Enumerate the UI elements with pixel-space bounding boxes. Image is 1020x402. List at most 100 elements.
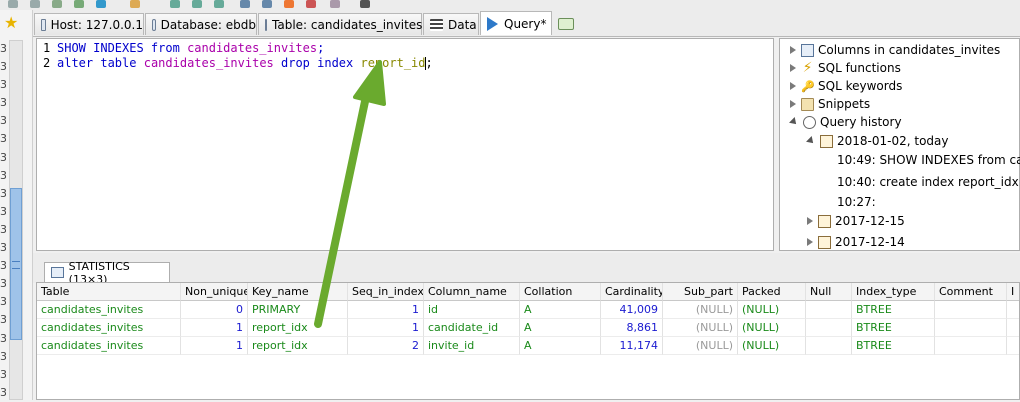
table-cell[interactable]: candidates_invites [37, 301, 181, 319]
table-cell[interactable]: candidates_invites [37, 319, 181, 337]
table-cell[interactable] [806, 301, 852, 319]
toolbar-icon[interactable] [330, 0, 340, 8]
table-cell[interactable]: (NULL) [663, 319, 738, 337]
toolbar-icon[interactable] [360, 0, 370, 8]
table-cell[interactable] [806, 319, 852, 337]
tab-table[interactable]: Table: candidates_invites [258, 13, 422, 35]
tab-database[interactable]: Database: ebdb [145, 13, 257, 35]
column-header[interactable]: Sub_part [663, 283, 738, 301]
table-cell[interactable] [935, 337, 1007, 355]
column-header[interactable]: Seq_in_index [348, 283, 424, 301]
table-cell[interactable]: 0 [181, 301, 248, 319]
table-cell[interactable]: 1 [348, 319, 424, 337]
table-cell[interactable]: A [520, 301, 601, 319]
table-cell[interactable]: 1 [348, 301, 424, 319]
tab-query[interactable]: Query* [480, 11, 552, 35]
table-cell[interactable]: 41,009 [601, 301, 663, 319]
table-cell[interactable]: 1 [181, 337, 248, 355]
table-cell[interactable] [806, 337, 852, 355]
toolbar-icon[interactable] [74, 0, 84, 8]
gutter-number: 3 [0, 204, 6, 218]
tree-item-history[interactable]: Query history [789, 115, 902, 129]
column-header[interactable]: I [1007, 283, 1019, 301]
table-cell[interactable]: 2 [348, 337, 424, 355]
history-entry[interactable]: 10:40: create index report_idx on ca [837, 175, 1020, 189]
sql-editor[interactable]: 1 SHOW INDEXES from candidates_invites; … [36, 38, 774, 251]
star-icon[interactable]: ★ [4, 14, 18, 32]
column-header[interactable]: Index_type [852, 283, 935, 301]
table-cell[interactable]: candidate_id [424, 319, 520, 337]
toolbar-icon[interactable] [8, 0, 18, 8]
table-cell[interactable]: BTREE [852, 337, 935, 355]
expand-arrow-icon[interactable] [807, 238, 813, 246]
toolbar-icon[interactable] [306, 0, 316, 8]
expand-arrow-icon[interactable] [790, 46, 796, 54]
column-header[interactable]: Column_name [424, 283, 520, 301]
toolbar-icon[interactable] [170, 0, 180, 8]
new-tab-button[interactable] [558, 18, 574, 30]
tree-item-date[interactable]: 2017-12-14 [807, 235, 905, 249]
table-cell[interactable]: (NULL) [663, 337, 738, 355]
table-cell[interactable]: (NULL) [738, 301, 806, 319]
table-cell[interactable]: 1 [181, 319, 248, 337]
code-line-2[interactable]: alter table candidates_invites drop inde… [57, 56, 433, 70]
tab-data[interactable]: Data [423, 13, 479, 35]
collapse-arrow-icon[interactable] [789, 117, 799, 127]
toolbar-icon[interactable] [284, 0, 294, 8]
code-line-1[interactable]: SHOW INDEXES from candidates_invites; [57, 41, 324, 55]
tree-item-columns[interactable]: Columns in candidates_invites [790, 43, 1000, 57]
table-cell[interactable]: 11,174 [601, 337, 663, 355]
table-cell[interactable]: BTREE [852, 319, 935, 337]
expand-arrow-icon[interactable] [790, 82, 796, 90]
expand-arrow-icon[interactable] [790, 100, 796, 108]
toolbar-icon[interactable] [262, 0, 272, 8]
tree-item-today[interactable]: 2018-01-02, today [806, 134, 949, 148]
table-cell[interactable]: id [424, 301, 520, 319]
tree-item-keywords[interactable]: 🔑 SQL keywords [790, 79, 902, 93]
table-cell[interactable]: report_idx [248, 319, 348, 337]
column-header[interactable]: Comment [935, 283, 1007, 301]
column-header[interactable]: Collation [520, 283, 601, 301]
column-header[interactable]: Non_unique [181, 283, 248, 301]
history-entry[interactable]: 10:27: [837, 195, 876, 209]
toolbar-icon[interactable] [214, 0, 224, 8]
table-cell[interactable] [935, 301, 1007, 319]
toolbar-icon[interactable] [52, 0, 62, 8]
toolbar-icon[interactable] [240, 0, 250, 8]
toolbar-icon[interactable] [30, 0, 40, 8]
tree-item-date[interactable]: 2017-12-15 [807, 214, 905, 228]
table-cell[interactable]: A [520, 319, 601, 337]
column-header[interactable]: Null [806, 283, 852, 301]
table-cell[interactable] [1007, 337, 1019, 355]
table-cell[interactable]: report_idx [248, 337, 348, 355]
tab-host[interactable]: Host: 127.0.0.1 [34, 13, 144, 35]
table-cell[interactable]: PRIMARY [248, 301, 348, 319]
table-cell[interactable]: A [520, 337, 601, 355]
table-cell[interactable]: (NULL) [738, 319, 806, 337]
column-header[interactable]: Cardinality [601, 283, 663, 301]
tree-item-snippets[interactable]: Snippets [790, 97, 870, 111]
table-cell[interactable] [935, 319, 1007, 337]
tab-results-statistics[interactable]: STATISTICS (13×3) [44, 260, 170, 286]
toolbar-icon[interactable] [96, 0, 106, 8]
column-header[interactable]: Table [37, 283, 181, 301]
toolbar-icon[interactable] [130, 0, 140, 8]
table-cell[interactable]: (NULL) [738, 337, 806, 355]
table-cell[interactable]: (NULL) [663, 301, 738, 319]
table-cell[interactable] [1007, 319, 1019, 337]
column-header[interactable]: Key_name [248, 283, 348, 301]
table-cell[interactable]: BTREE [852, 301, 935, 319]
expand-arrow-icon[interactable] [790, 64, 796, 72]
table-cell[interactable]: invite_id [424, 337, 520, 355]
gutter-number: 3 [0, 259, 6, 273]
collapse-arrow-icon[interactable] [806, 136, 816, 146]
result-grid[interactable]: Table Non_unique Key_name Seq_in_index Colum… [36, 282, 1020, 400]
tree-item-functions[interactable]: ⚡ SQL functions [790, 61, 901, 75]
column-header[interactable]: Packed [738, 283, 806, 301]
toolbar-icon[interactable] [192, 0, 202, 8]
expand-arrow-icon[interactable] [807, 217, 813, 225]
history-entry[interactable]: 10:49: SHOW INDEXES from candic [837, 153, 1020, 167]
table-cell[interactable]: candidates_invites [37, 337, 181, 355]
table-cell[interactable]: 8,861 [601, 319, 663, 337]
table-cell[interactable] [1007, 301, 1019, 319]
